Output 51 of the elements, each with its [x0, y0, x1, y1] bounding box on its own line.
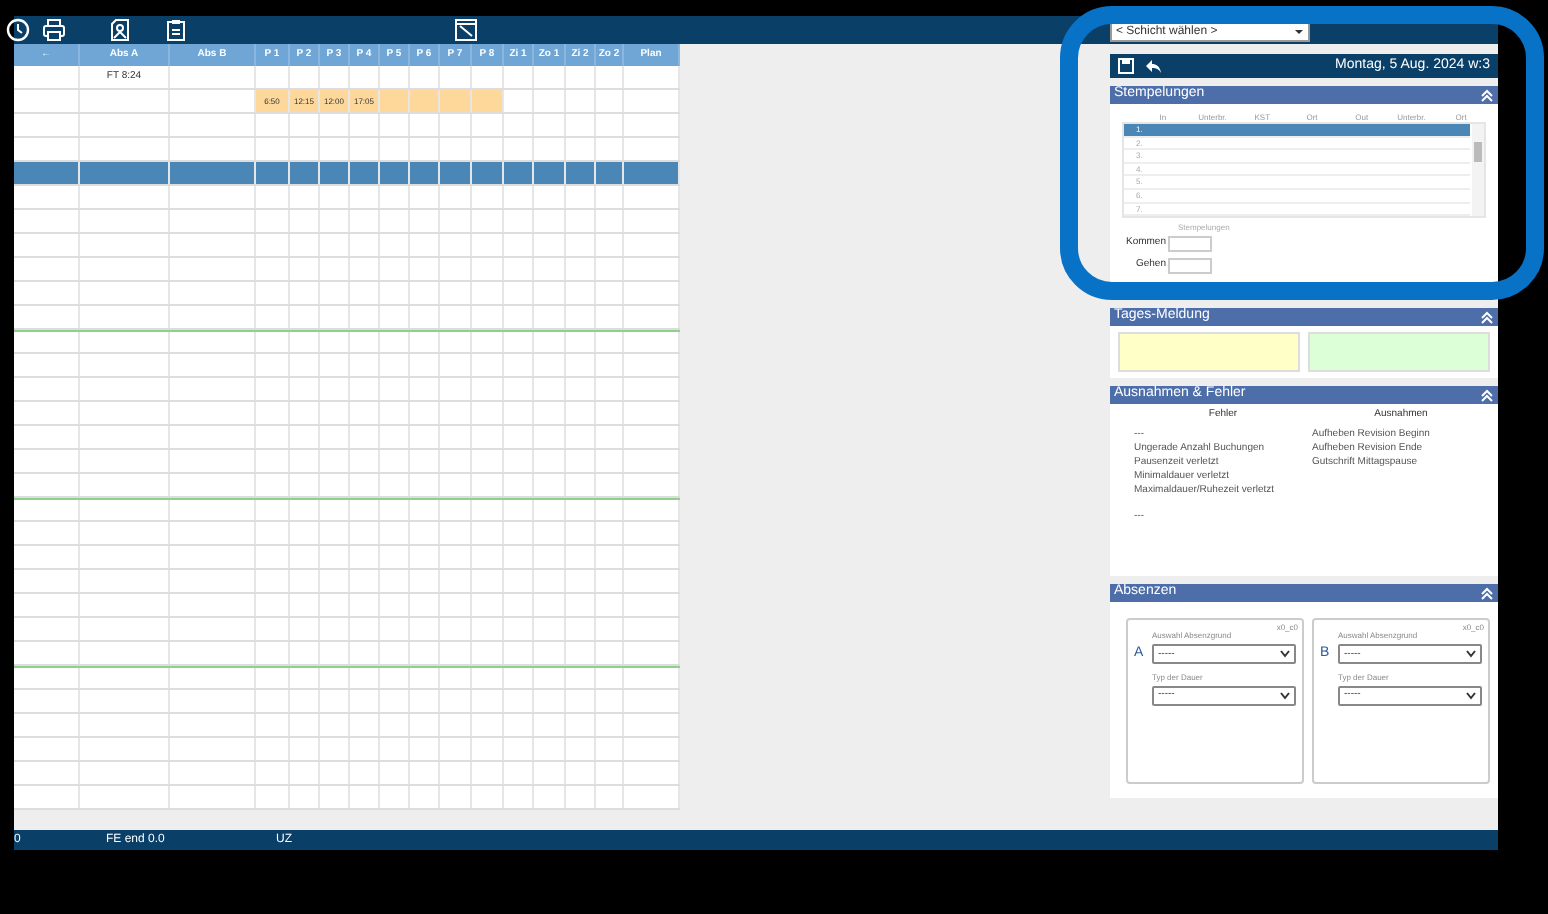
table-row[interactable] — [14, 282, 680, 306]
punch-cell — [380, 90, 410, 112]
window-icon[interactable] — [454, 18, 478, 42]
table-row[interactable] — [14, 498, 680, 522]
collapse-icon[interactable] — [1480, 310, 1494, 325]
table-row[interactable] — [14, 690, 680, 714]
table-row[interactable] — [14, 258, 680, 282]
collapse-icon[interactable] — [1480, 388, 1494, 403]
table-row[interactable] — [14, 666, 680, 690]
time-field[interactable] — [1168, 258, 1212, 275]
time-field[interactable] — [1168, 236, 1212, 253]
save-icon[interactable] — [1118, 58, 1134, 74]
table-row[interactable] — [14, 522, 680, 546]
back-arrow-icon[interactable] — [1144, 58, 1162, 74]
table-row[interactable] — [14, 114, 680, 138]
table-row[interactable] — [14, 450, 680, 474]
table-row[interactable] — [14, 402, 680, 426]
punch-cell — [440, 90, 472, 112]
printer-icon[interactable] — [42, 18, 66, 42]
table-row[interactable] — [14, 426, 680, 450]
selected-row[interactable] — [14, 162, 680, 186]
table-row[interactable] — [14, 546, 680, 570]
caret-icon — [1466, 691, 1476, 700]
table-row[interactable] — [14, 738, 680, 762]
clipboard-icon[interactable] — [164, 18, 188, 42]
table-row[interactable] — [14, 762, 680, 786]
collapse-icon[interactable] — [1480, 88, 1494, 102]
clock-icon[interactable] — [6, 18, 30, 42]
punch-cell — [410, 90, 440, 112]
table-row[interactable] — [14, 210, 680, 234]
scrollbar[interactable] — [1472, 124, 1484, 217]
table-row[interactable] — [14, 474, 680, 498]
caret-icon — [1280, 650, 1290, 659]
table-row[interactable] — [14, 786, 680, 810]
caret-icon — [1294, 24, 1304, 40]
table-row[interactable] — [14, 618, 680, 642]
caret-icon — [1280, 691, 1290, 700]
table-row[interactable] — [14, 642, 680, 666]
table-row[interactable] — [14, 306, 680, 330]
punch-cell — [472, 90, 504, 112]
collapse-icon[interactable] — [1480, 586, 1494, 601]
table-row[interactable] — [14, 570, 680, 594]
table-row[interactable] — [14, 378, 680, 402]
table-row[interactable] — [14, 714, 680, 738]
table-row[interactable] — [14, 234, 680, 258]
table-row[interactable] — [14, 354, 680, 378]
table-row[interactable] — [14, 594, 680, 618]
table-row[interactable] — [14, 330, 680, 354]
table-row[interactable] — [14, 186, 680, 210]
document-person-icon[interactable] — [108, 18, 132, 42]
caret-icon — [1466, 650, 1476, 659]
